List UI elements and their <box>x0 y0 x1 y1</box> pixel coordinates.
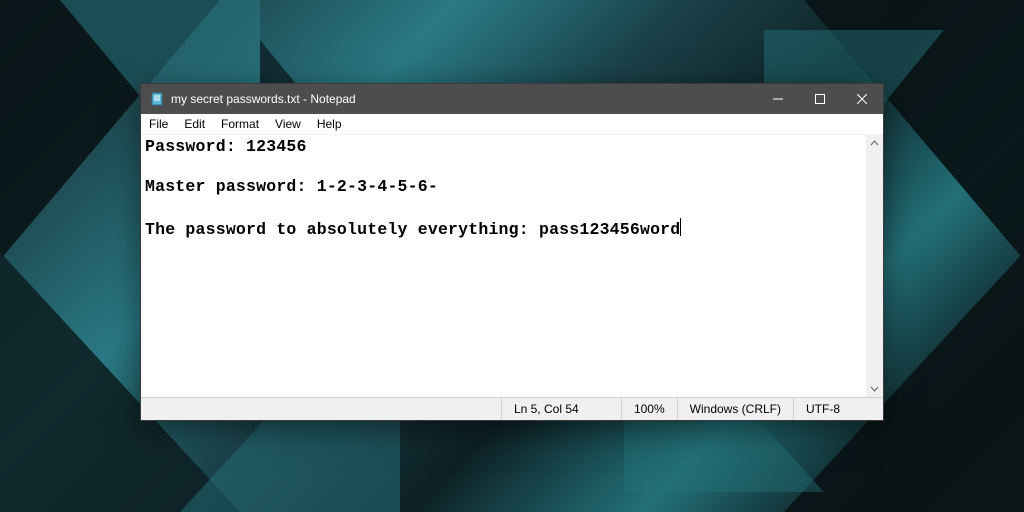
scroll-up-button[interactable] <box>866 135 883 152</box>
status-cursor-position: Ln 5, Col 54 <box>501 398 621 420</box>
status-line-ending: Windows (CRLF) <box>677 398 793 420</box>
titlebar[interactable]: my secret passwords.txt - Notepad <box>141 84 883 114</box>
notepad-window: my secret passwords.txt - Notepad File E… <box>140 83 884 421</box>
menu-view[interactable]: View <box>267 115 309 133</box>
text-line: Password: 123456 <box>145 137 307 156</box>
text-caret <box>680 218 681 236</box>
statusbar: Ln 5, Col 54 100% Windows (CRLF) UTF-8 <box>141 397 883 420</box>
maximize-button[interactable] <box>799 84 841 114</box>
scroll-down-button[interactable] <box>866 380 883 397</box>
window-title: my secret passwords.txt - Notepad <box>171 92 356 106</box>
notepad-icon <box>149 91 165 107</box>
desktop-background: my secret passwords.txt - Notepad File E… <box>0 0 1024 512</box>
menu-file[interactable]: File <box>141 115 176 133</box>
text-line: Master password: 1-2-3-4-5-6- <box>145 177 438 196</box>
minimize-button[interactable] <box>757 84 799 114</box>
content-wrap: Password: 123456 Master password: 1-2-3-… <box>141 135 883 397</box>
status-zoom: 100% <box>621 398 677 420</box>
scrollbar-track[interactable] <box>866 152 883 380</box>
text-area[interactable]: Password: 123456 Master password: 1-2-3-… <box>141 135 866 397</box>
close-button[interactable] <box>841 84 883 114</box>
menu-edit[interactable]: Edit <box>176 115 213 133</box>
menubar: File Edit Format View Help <box>141 114 883 135</box>
menu-format[interactable]: Format <box>213 115 267 133</box>
status-encoding: UTF-8 <box>793 398 883 420</box>
menu-help[interactable]: Help <box>309 115 350 133</box>
text-line: The password to absolutely everything: p… <box>145 220 680 239</box>
vertical-scrollbar[interactable] <box>866 135 883 397</box>
